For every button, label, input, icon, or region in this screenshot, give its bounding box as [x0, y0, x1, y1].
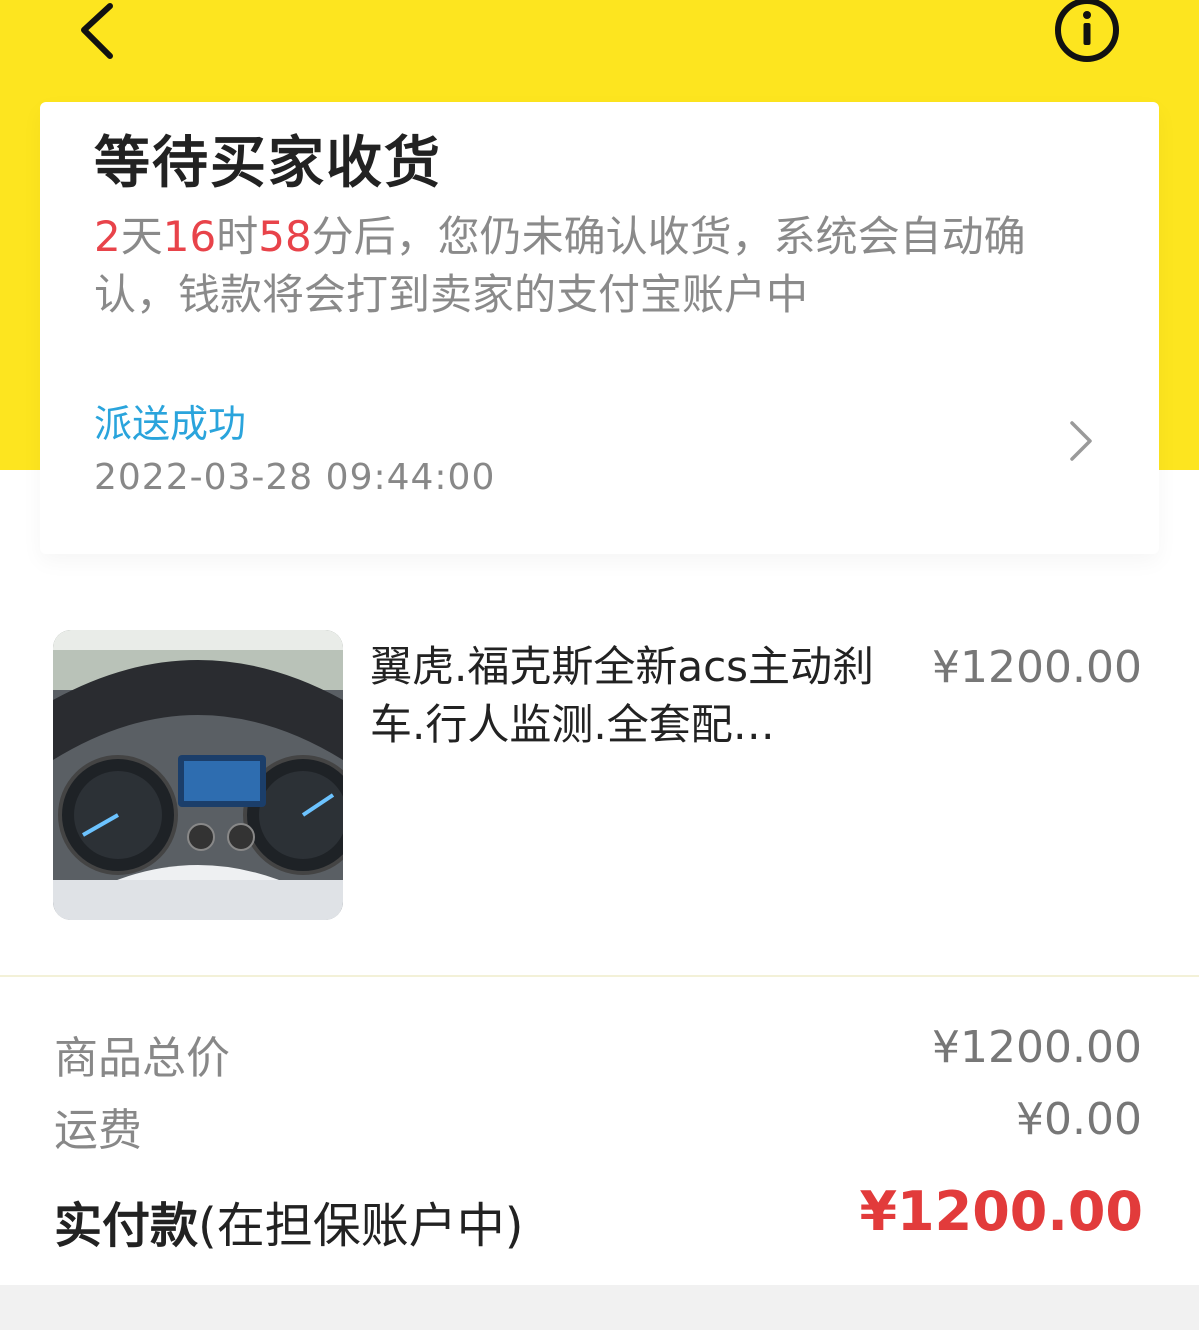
items-total-label: 商品总价 [54, 1033, 230, 1084]
car-dashboard-photo [53, 630, 343, 920]
logistics-entry[interactable]: 派送成功 2022-03-28 09:44:00 [94, 387, 1104, 517]
logistics-status: 派送成功 [94, 402, 247, 446]
logistics-time: 2022-03-28 09:44:00 [94, 457, 496, 498]
info-icon [1055, 0, 1119, 62]
divider [0, 975, 1199, 977]
items-total-value: ¥1200.00 [932, 1022, 1142, 1073]
back-button[interactable] [62, 0, 132, 70]
unit-hours: 时 [216, 212, 259, 261]
auto-confirm-notice: 2天16时58分后，您仍未确认收货，系统会自动确认，钱款将会打到卖家的支付宝账户… [94, 208, 1104, 324]
paid-label: 实付款 [54, 1198, 199, 1254]
paid-amount-value: ¥1200.00 [859, 1180, 1143, 1243]
info-button[interactable] [1050, 0, 1124, 66]
page-title: 等待买家收货 [94, 131, 442, 196]
paid-amount-label: 实付款(在担保账户中) [54, 1186, 523, 1256]
countdown-hours: 16 [162, 212, 217, 261]
product-price: ¥1200.00 [932, 642, 1142, 693]
product-item[interactable]: 翼虎.福克斯全新acs主动刹车.行人监测.全套配… ¥1200.00 [0, 610, 1199, 950]
chevron-left-icon [81, 3, 113, 59]
product-title: 翼虎.福克斯全新acs主动刹车.行人监测.全套配… [370, 642, 875, 749]
countdown-minutes: 58 [258, 212, 312, 261]
countdown-days: 2 [94, 212, 121, 261]
order-status-card: 等待买家收货 2天16时58分后，您仍未确认收货，系统会自动确认，钱款将会打到卖… [40, 102, 1159, 554]
product-image[interactable] [53, 630, 343, 920]
bottom-strip [0, 1285, 1199, 1330]
unit-days: 天 [120, 212, 163, 261]
shipping-value: ¥0.00 [1016, 1094, 1142, 1145]
shipping-label: 运费 [54, 1105, 142, 1156]
paid-note: (在担保账户中) [198, 1198, 524, 1254]
chevron-right-icon [1070, 421, 1092, 461]
